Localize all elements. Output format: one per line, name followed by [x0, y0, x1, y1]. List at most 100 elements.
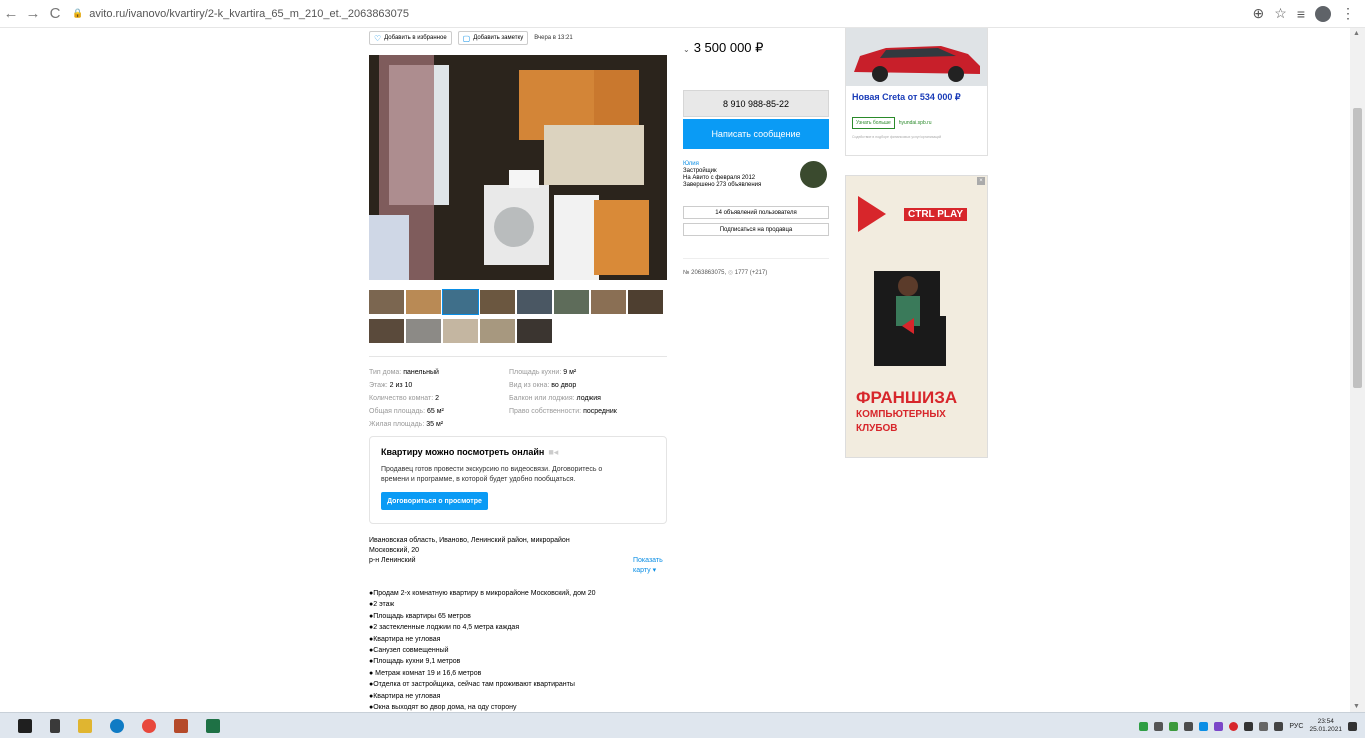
show-map-link[interactable]: Показать карту ▾ [633, 556, 669, 576]
write-message-button[interactable]: Написать сообщение [683, 119, 829, 149]
description-line: ● Метраж комнат 19 и 16,6 метров [369, 669, 482, 677]
tray-icon[interactable] [1154, 721, 1164, 731]
ctrl-play-ad[interactable]: × CTRL PLAY ФРАНШИЗА КОМПЬЮТЕРНЫХ КЛУБОВ [845, 175, 988, 458]
tray-icon[interactable] [1214, 721, 1224, 731]
seller-avatar[interactable] [800, 161, 827, 188]
learn-more-button[interactable]: Узнать больше [852, 117, 895, 129]
thumbnail[interactable] [443, 319, 478, 343]
thumbnail[interactable] [369, 290, 404, 314]
chevron-down-icon[interactable]: ⌄ [683, 45, 690, 54]
thumbnail[interactable] [554, 290, 589, 314]
address-line: Ивановская область, Иваново, Ленинский р… [369, 537, 570, 544]
thumbnail[interactable] [369, 319, 404, 343]
divider [369, 356, 667, 357]
tray-icon[interactable] [1139, 721, 1149, 731]
excel-icon[interactable] [206, 718, 220, 733]
param-cell: Общая площадь: 65 м² [369, 408, 444, 415]
reading-list-icon[interactable]: ≡ [1297, 6, 1305, 22]
volume-icon[interactable] [1274, 721, 1284, 731]
param-cell: Балкон или лоджия: лоджия [509, 395, 601, 402]
param-row: Тип дома: панельный Площадь кухни: 9 м² [369, 366, 669, 379]
add-note-button[interactable]: ▢ Добавить заметку [457, 31, 529, 45]
district: р-н Ленинский [369, 557, 416, 564]
car-ad[interactable]: Новая Creta от 534 000 ₽ Узнать больше h… [845, 28, 988, 156]
description-line: ●Площадь кухни 9,1 метров [369, 658, 461, 666]
phone-button[interactable]: 8 910 988-85-22 [683, 90, 829, 117]
scroll-thumb[interactable] [1353, 108, 1362, 388]
chrome-icon[interactable] [142, 718, 156, 733]
description-line: ●2 застекленные лоджии по 4,5 метра кажд… [369, 624, 520, 632]
tour-title: Квартиру можно посмотреть онлайн ■◂ [381, 447, 559, 457]
description-line: ●Площадь квартиры 65 метров [369, 612, 471, 620]
subscribe-button[interactable]: Подписаться на продавца [683, 223, 829, 236]
system-tray: РУС 23:54 25.01.2021 [1139, 713, 1357, 739]
thumbnail[interactable] [517, 319, 552, 343]
browser-toolbar: ← → C 🔒 avito.ru/ivanovo/kvartiry/2-k_kv… [0, 0, 1365, 28]
address-bar[interactable]: 🔒 avito.ru/ivanovo/kvartiry/2-k_kvartira… [72, 3, 1253, 25]
thumbnail[interactable] [628, 290, 663, 314]
notifications-icon[interactable] [1348, 721, 1357, 731]
car-ad-title[interactable]: Новая Creta от 534 000 ₽ [852, 92, 987, 103]
thumbnail[interactable] [517, 290, 552, 314]
thumbnail[interactable] [406, 290, 441, 314]
listing-actions: ♡ Добавить в избранное ▢ Добавить заметк… [369, 31, 573, 45]
back-icon[interactable]: ← [0, 3, 22, 25]
thumbnail[interactable] [480, 319, 515, 343]
add-favorite-button[interactable]: ♡ Добавить в избранное [369, 31, 452, 45]
clock[interactable]: 23:54 25.01.2021 [1309, 718, 1342, 734]
video-camera-icon: ■◂ [548, 447, 559, 457]
tray-icon[interactable] [1229, 721, 1239, 731]
param-cell: Тип дома: панельный [369, 369, 439, 376]
address-block: Ивановская область, Иваново, Ленинский р… [369, 536, 669, 574]
description-line: ●Продам 2-х комнатную квартиру в микрора… [369, 590, 596, 597]
page-content: ♡ Добавить в избранное ▢ Добавить заметк… [0, 28, 1350, 712]
param-row: Количество комнат: 2 Балкон или лоджия: л… [369, 392, 669, 405]
param-row: Этаж: 2 из 10 Вид из окна: во двор [369, 379, 669, 392]
scroll-down-icon[interactable]: ▼ [1353, 703, 1360, 710]
tray-icon[interactable] [1169, 721, 1179, 731]
description-line: ●Окна выходят во двор дома, на оду сторо… [369, 704, 517, 712]
page-scrollbar[interactable]: ▲ ▼ [1350, 28, 1365, 712]
user-ads-button[interactable]: 14 объявлений пользователя [683, 206, 829, 219]
thumbnail[interactable] [442, 289, 479, 315]
main-photo[interactable] [369, 55, 667, 280]
network-icon[interactable] [1259, 721, 1269, 731]
param-row: Жилая площадь: 35 м² [369, 418, 669, 431]
tray-icon[interactable] [1199, 721, 1209, 731]
clock-time: 23:54 [1317, 718, 1334, 725]
task-view-icon[interactable] [50, 718, 60, 733]
note-icon: ▢ [462, 33, 471, 43]
battery-icon[interactable] [1244, 721, 1254, 731]
address-line: Московский, 20 [369, 547, 420, 554]
scroll-up-icon[interactable]: ▲ [1353, 30, 1360, 37]
clock-date: 25.01.2021 [1309, 726, 1342, 733]
forward-icon[interactable]: → [22, 3, 44, 25]
description-line: ●Отделка от застройщика, сейчас там прож… [369, 681, 575, 689]
windows-start-icon[interactable] [18, 718, 32, 733]
thumbnail[interactable] [406, 319, 441, 343]
tray-icon[interactable] [1184, 721, 1194, 731]
ad-site-link[interactable]: hyundai.spb.ru [899, 120, 932, 126]
description-line: ●Квартира не угловая [369, 635, 441, 643]
reload-icon[interactable]: C [44, 3, 66, 25]
thumbnail[interactable] [480, 290, 515, 314]
profile-avatar[interactable] [1315, 5, 1331, 22]
app-icon[interactable] [174, 718, 188, 733]
divider [683, 258, 829, 259]
param-cell: Количество комнат: 2 [369, 395, 439, 402]
thumbnail[interactable] [591, 290, 626, 314]
add-note-label: Добавить заметку [473, 35, 524, 41]
franchise-title: ФРАНШИЗА [856, 388, 958, 407]
seller-info: Юлия Застройщик На Авито с февраля 2012 … [683, 161, 829, 189]
language-indicator[interactable]: РУС [1289, 723, 1303, 730]
param-cell: Площадь кухни: 9 м² [509, 369, 577, 376]
file-explorer-icon[interactable] [78, 718, 92, 733]
car-ad-image [846, 28, 987, 86]
zoom-icon[interactable]: ⊕ [1253, 5, 1265, 22]
star-icon[interactable]: ☆ [1274, 5, 1287, 22]
tour-description: Продавец готов провести экскурсию по вид… [381, 466, 603, 483]
edge-icon[interactable] [110, 718, 124, 733]
url-text: avito.ru/ivanovo/kvartiry/2-k_kvartira_6… [89, 7, 410, 20]
arrange-viewing-button[interactable]: Договориться о просмотре [381, 492, 488, 510]
menu-icon[interactable]: ⋮ [1341, 5, 1355, 22]
